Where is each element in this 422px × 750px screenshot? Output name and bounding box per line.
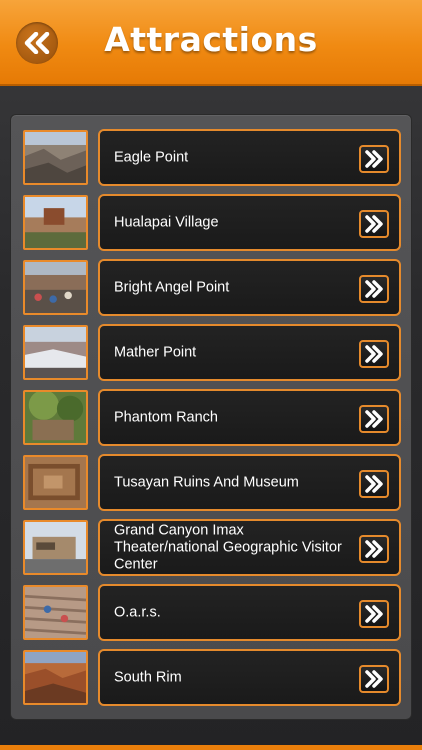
attraction-card[interactable]: Bright Angel Point <box>98 259 401 316</box>
attraction-label: Mather Point <box>114 344 197 360</box>
open-button[interactable] <box>359 470 389 498</box>
thumbnail-image <box>23 650 88 705</box>
open-button[interactable] <box>359 340 389 368</box>
attraction-card[interactable]: Phantom Ranch <box>98 389 401 446</box>
attractions-list: Eagle Point Hualapai Village Bright Ange… <box>10 114 412 720</box>
double-chevron-right-icon <box>365 215 383 233</box>
attraction-card[interactable]: Grand Canyon Imax Theater/national Geogr… <box>98 519 401 576</box>
attraction-label: South Rim <box>114 669 182 685</box>
open-button[interactable] <box>359 600 389 628</box>
list-item-hualapai-village[interactable]: Hualapai Village <box>23 194 401 251</box>
attraction-label: Grand Canyon Imax Theater/national Geogr… <box>114 522 342 572</box>
attraction-card[interactable]: O.a.r.s. <box>98 584 401 641</box>
thumbnail-image <box>23 325 88 380</box>
list-item-eagle-point[interactable]: Eagle Point <box>23 129 401 186</box>
attraction-label: Eagle Point <box>114 149 189 165</box>
double-chevron-right-icon <box>365 540 383 558</box>
double-chevron-right-icon <box>365 280 383 298</box>
thumbnail-image <box>23 195 88 250</box>
double-chevron-right-icon <box>365 410 383 428</box>
list-item-mather-point[interactable]: Mather Point <box>23 324 401 381</box>
double-chevron-right-icon <box>365 475 383 493</box>
attraction-card[interactable]: South Rim <box>98 649 401 706</box>
double-chevron-right-icon <box>365 150 383 168</box>
list-item-imax-theater[interactable]: Grand Canyon Imax Theater/national Geogr… <box>23 519 401 576</box>
open-button[interactable] <box>359 145 389 173</box>
thumbnail-image <box>23 520 88 575</box>
double-chevron-right-icon <box>365 605 383 623</box>
header-bar: Attractions <box>0 0 422 86</box>
attraction-label: Bright Angel Point <box>114 279 230 295</box>
list-item-oars[interactable]: O.a.r.s. <box>23 584 401 641</box>
list-item-bright-angel-point[interactable]: Bright Angel Point <box>23 259 401 316</box>
list-item-phantom-ranch[interactable]: Phantom Ranch <box>23 389 401 446</box>
footer-accent-bar <box>0 745 422 750</box>
thumbnail-image <box>23 585 88 640</box>
attraction-label: Hualapai Village <box>114 214 219 230</box>
open-button[interactable] <box>359 665 389 693</box>
attraction-card[interactable]: Eagle Point <box>98 129 401 186</box>
open-button[interactable] <box>359 535 389 563</box>
attraction-card[interactable]: Hualapai Village <box>98 194 401 251</box>
open-button[interactable] <box>359 210 389 238</box>
open-button[interactable] <box>359 405 389 433</box>
thumbnail-image <box>23 455 88 510</box>
list-item-tusayan-ruins[interactable]: Tusayan Ruins And Museum <box>23 454 401 511</box>
attraction-card[interactable]: Tusayan Ruins And Museum <box>98 454 401 511</box>
double-chevron-right-icon <box>365 670 383 688</box>
attraction-label: Phantom Ranch <box>114 409 218 425</box>
attraction-card[interactable]: Mather Point <box>98 324 401 381</box>
open-button[interactable] <box>359 275 389 303</box>
double-chevron-right-icon <box>365 345 383 363</box>
page-title: Attractions <box>104 20 318 59</box>
thumbnail-image <box>23 130 88 185</box>
thumbnail-image <box>23 390 88 445</box>
thumbnail-image <box>23 260 88 315</box>
list-item-south-rim[interactable]: South Rim <box>23 649 401 706</box>
attraction-label: O.a.r.s. <box>114 604 161 620</box>
attraction-label: Tusayan Ruins And Museum <box>114 474 299 490</box>
